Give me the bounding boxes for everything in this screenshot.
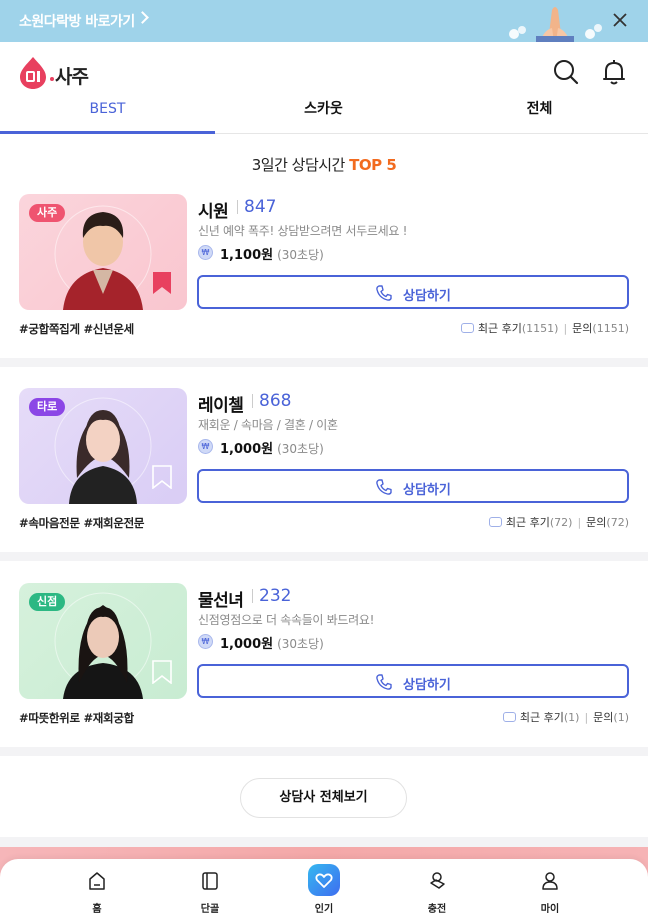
- review-info[interactable]: 최근 후기(1151) | 문의(1151): [460, 320, 629, 336]
- nav-charge-label: 충전: [427, 904, 447, 915]
- phone-icon: [376, 479, 392, 495]
- counselor-number: 232: [259, 586, 292, 606]
- tab-best[interactable]: BEST: [0, 102, 215, 134]
- inquiry-count: (72): [606, 516, 629, 529]
- nav-popular-label: 인기: [314, 904, 334, 915]
- nav-favorites-label: 단골: [200, 904, 220, 915]
- bookmark-filled-icon[interactable]: [152, 271, 172, 295]
- counselor-number: 868: [259, 391, 292, 411]
- price-value: 1,000원: [220, 442, 274, 457]
- review-count: (72): [549, 516, 573, 529]
- consult-button[interactable]: 상담하기: [197, 664, 629, 698]
- won-icon: ₩: [198, 634, 213, 649]
- phone-icon: [376, 674, 392, 690]
- won-icon: ₩: [198, 245, 213, 260]
- section-title-highlight: TOP 5: [349, 156, 397, 174]
- counselor-number: 847: [244, 197, 277, 217]
- chat-bubble-icon: [488, 517, 502, 527]
- counselor-name[interactable]: 레이첼: [198, 391, 244, 416]
- review-count: (1): [563, 711, 580, 724]
- divider: [237, 200, 238, 214]
- page: 소원다락방 바로가기 사주 BEST 스카웃 전체 3일간 상담시간 TOP 5…: [0, 0, 648, 917]
- inquiry-label: 문의: [593, 711, 614, 724]
- review-label: 최근 후기: [505, 516, 550, 529]
- inquiry-count: (1151): [592, 322, 629, 335]
- counselor-photo[interactable]: 신점: [19, 583, 187, 699]
- consult-button[interactable]: 상담하기: [197, 469, 629, 503]
- logo-dot: [50, 77, 54, 81]
- review-count: (1151): [521, 322, 559, 335]
- view-all-counselors-button[interactable]: 상담사 전체보기: [240, 778, 407, 818]
- counselor-description: 신년 예약 폭주! 상담받으려면 서두르세요 !: [198, 224, 408, 238]
- tab-bar: BEST 스카웃 전체: [0, 102, 648, 134]
- category-badge: 타로: [29, 398, 66, 416]
- review-label: 최근 후기: [519, 711, 564, 724]
- won-icon: ₩: [198, 439, 213, 454]
- inquiry-count: (1): [613, 711, 629, 724]
- category-badge: 사주: [29, 204, 66, 222]
- counselor-tags: #따뜻한위로 #재회궁합: [19, 711, 134, 725]
- chat-bubble-icon: [460, 323, 474, 333]
- category-badge: 신점: [29, 593, 66, 611]
- counselor-description: 재회운 / 속마음 / 결혼 / 이혼: [198, 418, 338, 432]
- nav-charge[interactable]: 충전: [392, 859, 482, 917]
- price: 1,000원 (30초당): [220, 633, 324, 652]
- app-header: 사주: [0, 42, 648, 102]
- counselor-name[interactable]: 물선녀: [198, 586, 244, 611]
- price-value: 1,000원: [220, 637, 274, 652]
- review-label: 최근 후기: [477, 322, 522, 335]
- chevron-right-icon: [136, 11, 149, 24]
- price-value: 1,100원: [220, 248, 274, 263]
- nav-my[interactable]: 마이: [505, 859, 595, 917]
- bookmark-icon[interactable]: [152, 465, 172, 489]
- section-title-text: 3일간 상담시간: [251, 156, 350, 174]
- nav-favorites[interactable]: 단골: [165, 859, 255, 917]
- counselor-tags: #궁합쪽집게 #신년운세: [19, 322, 134, 336]
- counselor-description: 신점영점으로 더 속속들이 봐드려요!: [198, 613, 375, 627]
- review-info[interactable]: 최근 후기(72) | 문의(72): [488, 514, 629, 530]
- nav-home[interactable]: 홈: [52, 859, 142, 917]
- price-unit: (30초당): [277, 442, 324, 456]
- banner-text[interactable]: 소원다락방 바로가기: [19, 11, 135, 31]
- counselor-name[interactable]: 시원: [198, 197, 229, 222]
- divider: [252, 589, 253, 603]
- price: 1,000원 (30초당): [220, 438, 324, 457]
- banner-illustration: [509, 7, 602, 42]
- tab-scout[interactable]: 스카웃: [216, 102, 431, 134]
- logo-icon[interactable]: [18, 56, 48, 90]
- nav-home-label: 홈: [92, 904, 102, 915]
- nav-popular[interactable]: 인기: [279, 859, 369, 917]
- price-unit: (30초당): [277, 637, 324, 651]
- chat-bubble-icon: [502, 712, 516, 722]
- nav-my-label: 마이: [540, 904, 560, 915]
- price-unit: (30초당): [277, 248, 324, 262]
- close-icon[interactable]: [610, 10, 630, 30]
- counselor-photo[interactable]: 타로: [19, 388, 187, 504]
- promo-banner[interactable]: 소원다락방 바로가기: [0, 0, 648, 42]
- counselor-photo[interactable]: 사주: [19, 194, 187, 310]
- price: 1,100원 (30초당): [220, 244, 324, 263]
- search-icon[interactable]: [552, 58, 580, 86]
- user-icon: [542, 872, 558, 890]
- inquiry-label: 문의: [572, 322, 593, 335]
- book-icon: [202, 872, 218, 890]
- heart-icon: [315, 873, 333, 888]
- bottom-nav: 홈 단골 인기 충전 마이: [0, 859, 648, 917]
- tab-all[interactable]: 전체: [432, 102, 647, 134]
- logo-text[interactable]: 사주: [55, 62, 89, 89]
- consult-button-label: 상담하기: [403, 483, 451, 498]
- inquiry-label: 문의: [586, 516, 607, 529]
- home-icon: [89, 872, 105, 890]
- phone-icon: [376, 285, 392, 301]
- coins-icon: [430, 872, 445, 889]
- review-info[interactable]: 최근 후기(1) | 문의(1): [502, 709, 629, 725]
- divider: [252, 394, 253, 408]
- counselor-tags: #속마음전문 #재회운전문: [19, 516, 145, 530]
- consult-button-label: 상담하기: [403, 289, 451, 304]
- consult-button-label: 상담하기: [403, 678, 451, 693]
- consult-button[interactable]: 상담하기: [197, 275, 629, 309]
- bell-icon[interactable]: [600, 58, 628, 86]
- bookmark-icon[interactable]: [152, 660, 172, 684]
- section-title: 3일간 상담시간 TOP 5: [0, 154, 648, 175]
